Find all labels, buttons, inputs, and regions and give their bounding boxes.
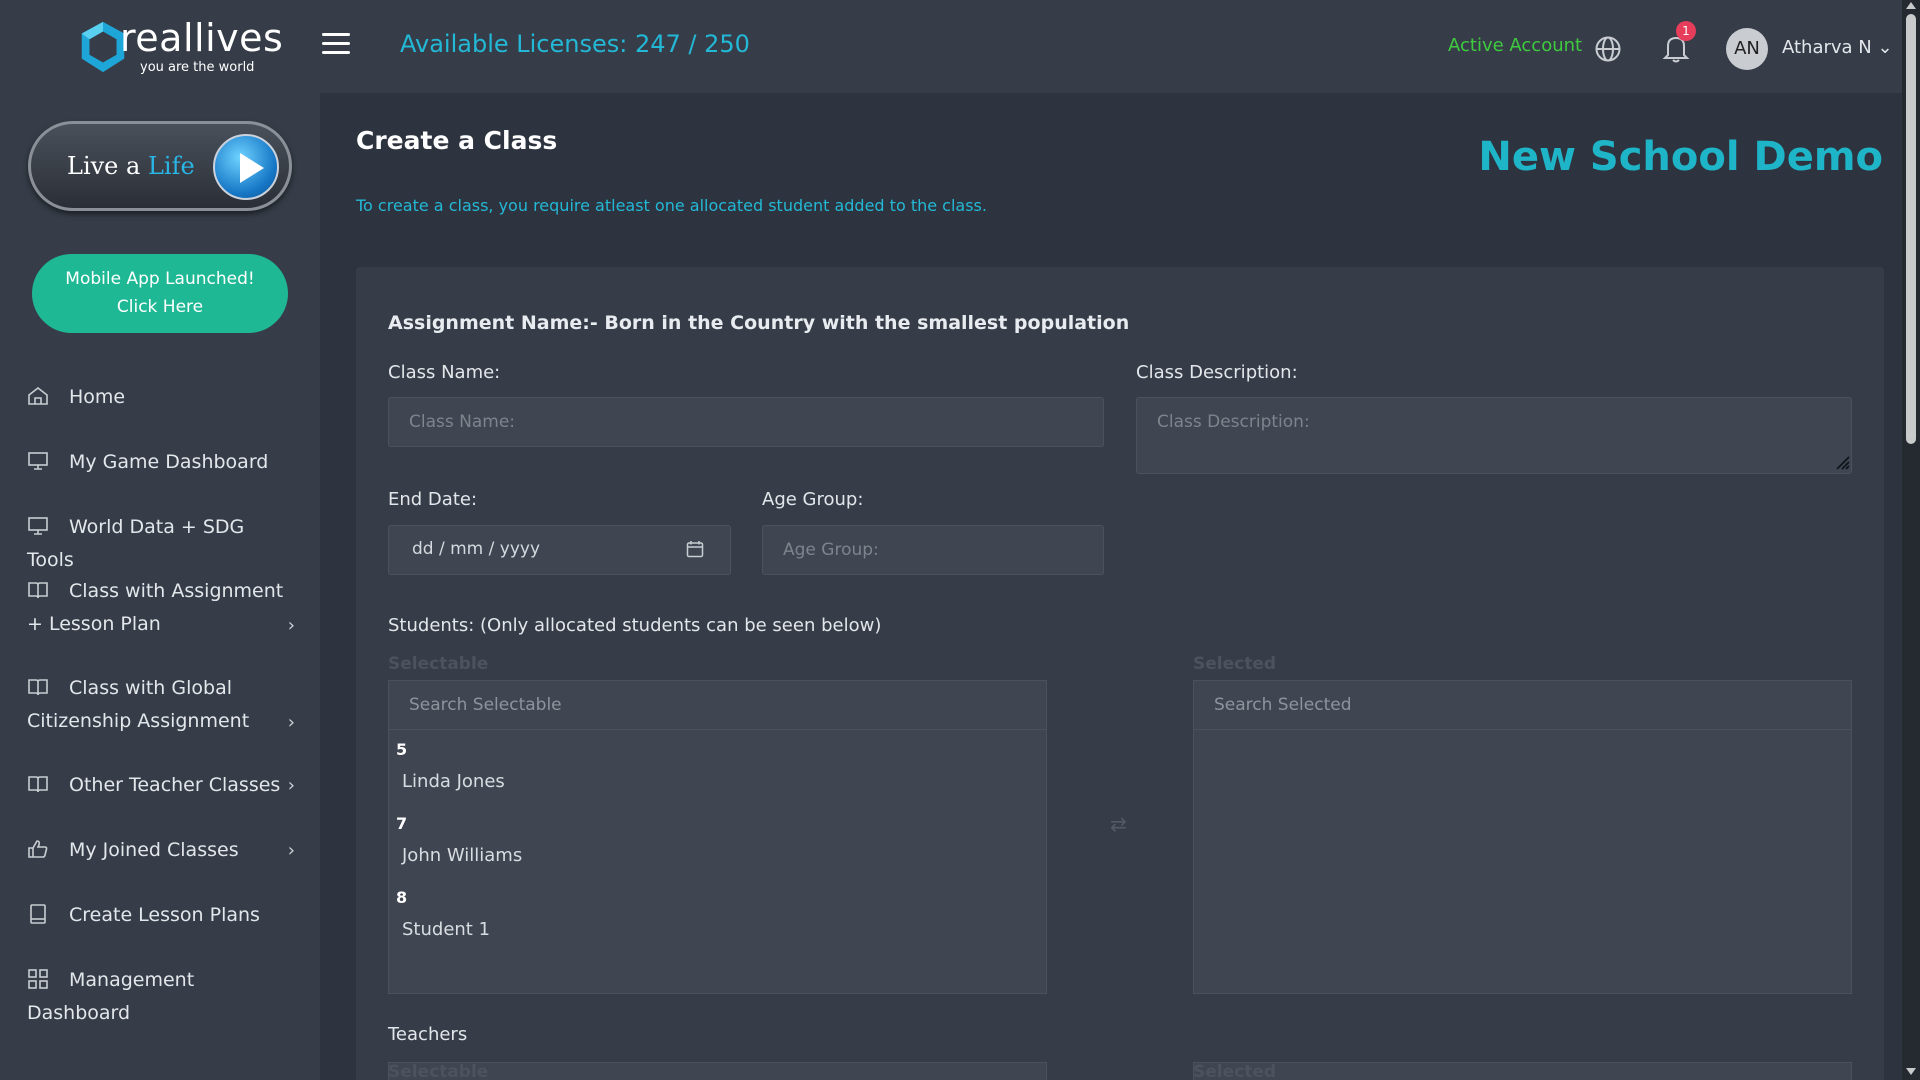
globe-icon[interactable] — [1594, 35, 1622, 63]
list-item[interactable]: John Williams — [402, 845, 522, 866]
book-icon — [28, 679, 48, 696]
monitor-icon — [28, 452, 48, 470]
student-id: 8 — [396, 888, 408, 907]
list-item[interactable]: Student 1 — [402, 919, 490, 940]
selected-header: Selected — [1193, 654, 1277, 674]
available-licenses: Available Licenses: 247 / 250 — [400, 30, 750, 58]
age-group-label: Age Group: — [762, 489, 864, 510]
sidebar-item-class-with-global-citizenship[interactable]: Class with Global Citizenship Assignment… — [27, 672, 295, 738]
teachers-selected-list — [1193, 1062, 1852, 1080]
chevron-right-icon: › — [287, 775, 295, 796]
book-icon — [28, 582, 48, 599]
student-id: 5 — [396, 740, 408, 759]
hamburger-menu-icon[interactable] — [322, 33, 350, 55]
chevron-down-icon: ⌄ — [1877, 37, 1893, 58]
chevron-right-icon: › — [287, 712, 295, 733]
scroll-down-icon[interactable] — [1906, 1068, 1916, 1075]
resize-handle-icon[interactable] — [1832, 452, 1850, 470]
page-scrollbar[interactable] — [1902, 0, 1920, 1080]
sidebar-item-other-teacher-classes[interactable]: Other Teacher Classes › — [27, 769, 295, 802]
scroll-up-icon[interactable] — [1906, 2, 1916, 9]
scrollbar-thumb[interactable] — [1906, 14, 1916, 444]
search-selected-input[interactable]: Search Selected — [1193, 680, 1852, 730]
chevron-right-icon: › — [287, 615, 295, 636]
end-date-value: dd / mm / yyyy — [412, 539, 541, 559]
class-name-label: Class Name: — [388, 362, 501, 383]
sidebar-item-management-dashboard[interactable]: Management Dashboard — [27, 964, 295, 1030]
logo-tagline: you are the world — [140, 60, 255, 75]
school-name: New School Demo — [1478, 134, 1883, 180]
play-icon — [213, 134, 279, 200]
sidebar-item-home[interactable]: Home — [27, 381, 295, 414]
logo-wordmark: reallives — [120, 16, 284, 60]
class-description-field[interactable] — [1136, 397, 1852, 474]
teachers-selected-header: Selected — [1193, 1062, 1277, 1080]
live-a-life-button[interactable]: Live a Life — [28, 121, 292, 211]
end-date-label: End Date: — [388, 489, 478, 510]
tablet-icon — [30, 904, 46, 924]
teachers-label: Teachers — [388, 1024, 468, 1045]
home-icon — [28, 386, 48, 405]
user-menu[interactable]: Atharva N ⌄ — [1782, 37, 1893, 58]
list-item[interactable]: Linda Jones — [402, 771, 505, 792]
class-name-input[interactable] — [388, 397, 1104, 447]
class-description-label: Class Description: — [1136, 362, 1298, 383]
sidebar-item-my-game-dashboard[interactable]: My Game Dashboard — [27, 446, 295, 479]
calendar-icon[interactable] — [686, 540, 704, 558]
avatar[interactable]: AN — [1726, 28, 1768, 70]
grid-icon — [28, 969, 48, 989]
account-status: Active Account — [1448, 35, 1583, 56]
create-class-hint: To create a class, you require atleast o… — [356, 196, 987, 215]
search-selectable-input[interactable]: Search Selectable — [388, 680, 1047, 730]
mobile-app-button[interactable]: Mobile App Launched! Click Here — [32, 254, 288, 333]
sidebar-item-world-data[interactable]: World Data + SDG Tools — [27, 511, 295, 577]
sidebar-item-my-joined-classes[interactable]: My Joined Classes › — [27, 834, 295, 867]
students-label: Students: (Only allocated students can b… — [388, 615, 882, 636]
notification-badge: 1 — [1676, 21, 1696, 41]
sidebar-item-class-with-assignment[interactable]: Class with Assignment + Lesson Plan › — [27, 575, 295, 641]
book-icon — [28, 776, 48, 793]
page-title: Create a Class — [356, 126, 558, 155]
chevron-right-icon: › — [287, 840, 295, 861]
swap-icon[interactable]: ⇄ — [1110, 812, 1127, 836]
reallives-logo[interactable]: reallives you are the world — [72, 14, 283, 80]
live-a-life-label: Live a Life — [67, 152, 195, 180]
teachers-selectable-header: Selectable — [388, 1062, 489, 1080]
assignment-name: Assignment Name:- Born in the Country wi… — [388, 312, 1130, 334]
selectable-header: Selectable — [388, 654, 489, 674]
age-group-input[interactable] — [762, 525, 1104, 575]
sidebar-item-create-lesson-plans[interactable]: Create Lesson Plans — [27, 899, 295, 932]
sidebar: reallives you are the world Live a Life … — [0, 0, 320, 1080]
student-id: 7 — [396, 814, 408, 833]
monitor-icon — [28, 517, 48, 535]
thumbs-up-icon — [28, 840, 48, 858]
